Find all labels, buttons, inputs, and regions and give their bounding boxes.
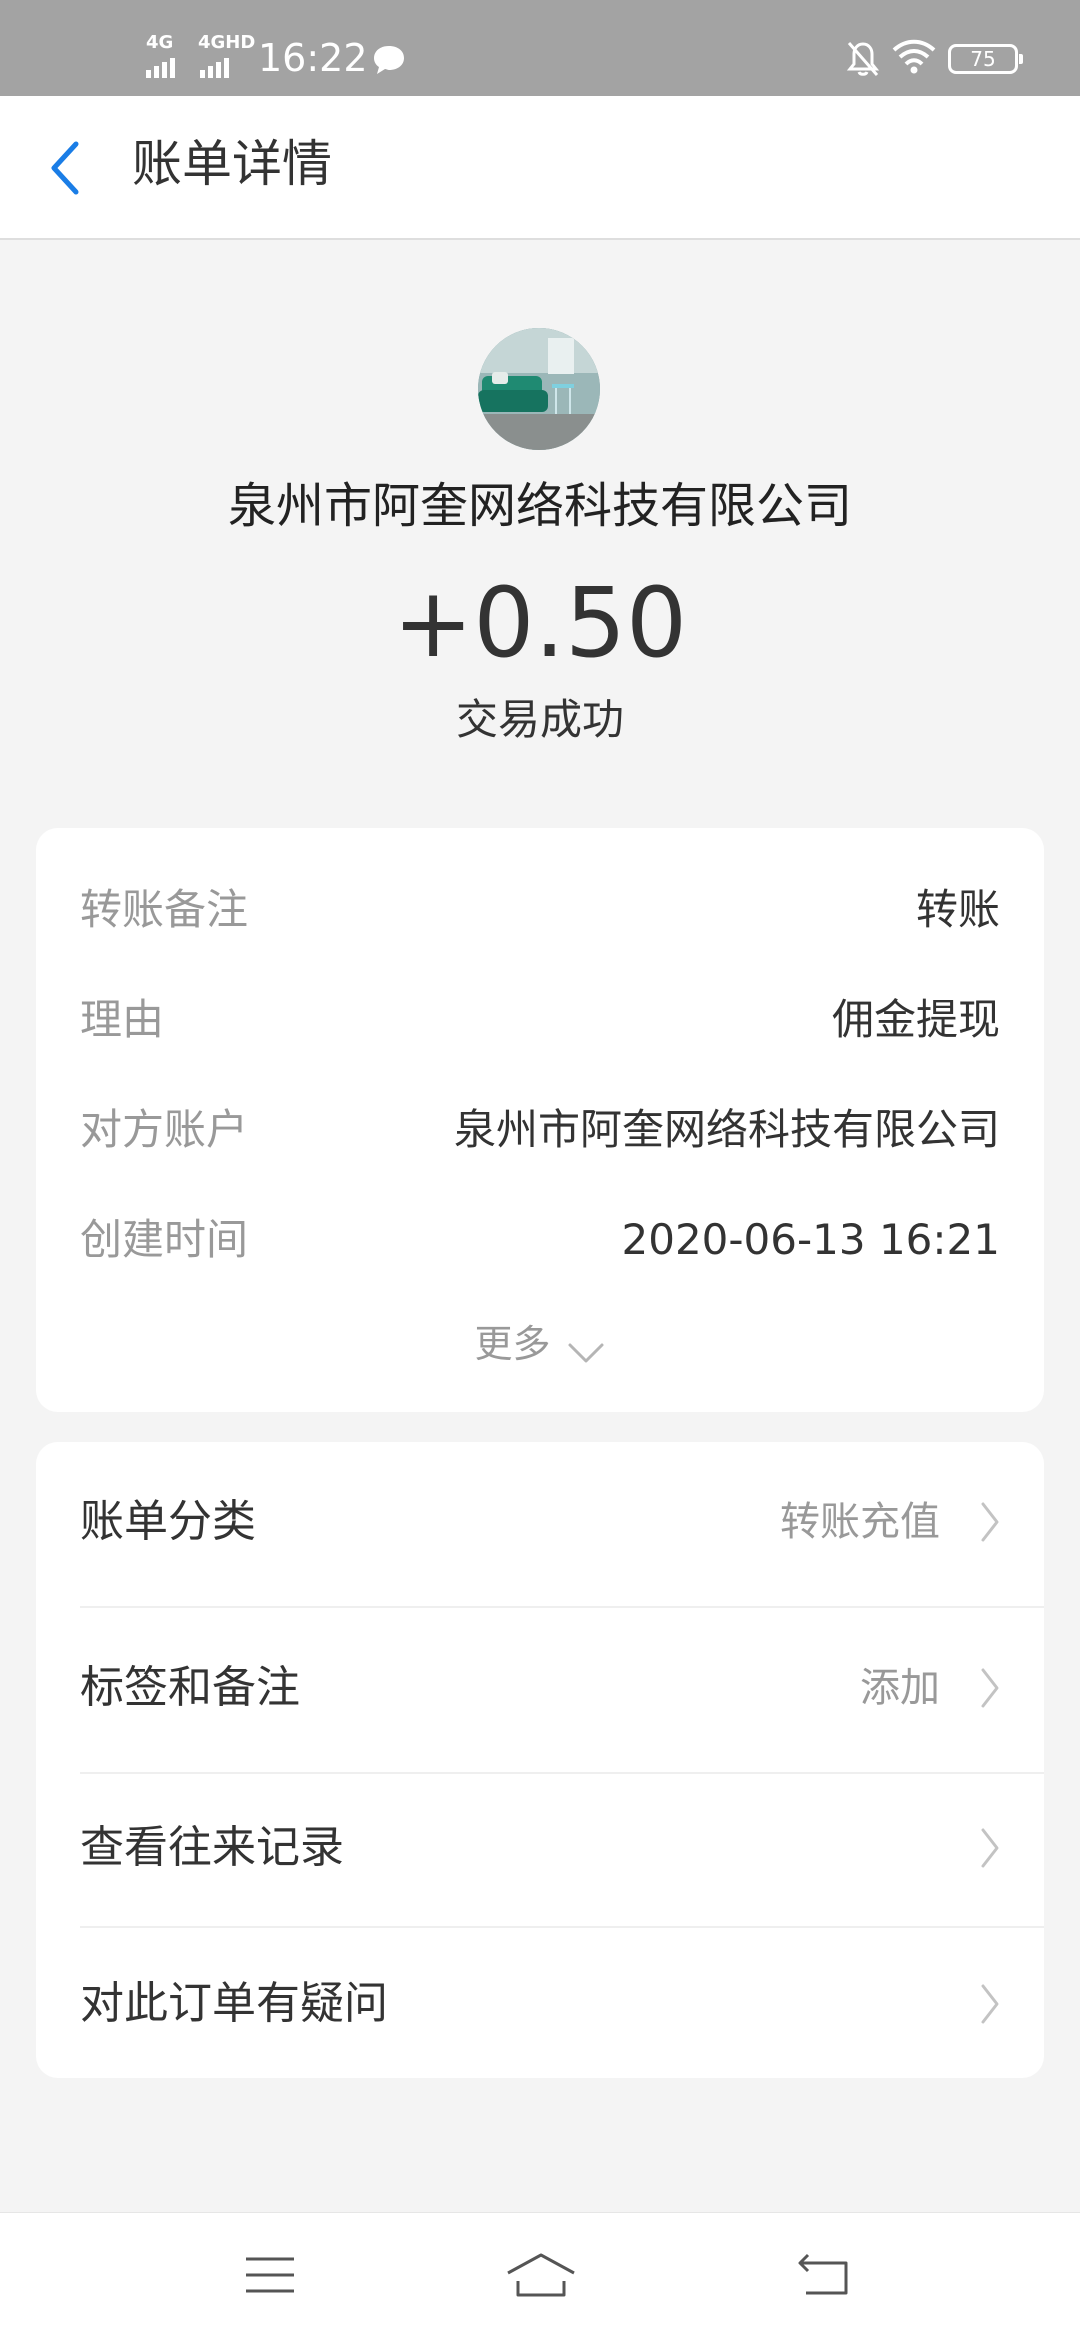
chevron-right-icon [981, 1668, 999, 1708]
menu-item-value: 转账充值 [780, 1499, 940, 1545]
menu-item-label: 查看往来记录 [80, 1822, 344, 1873]
menu-item-order-question[interactable]: 对此订单有疑问 [36, 1924, 1044, 2084]
menu-item-label: 对此订单有疑问 [80, 1978, 388, 2029]
transaction-status: 交易成功 [455, 695, 624, 744]
bell-off-icon [846, 42, 880, 76]
signal-bars-2-icon [200, 58, 232, 78]
detail-row-remark: 转账备注 转账 [80, 880, 1000, 940]
signal-bars-1-icon [146, 58, 178, 78]
home-icon[interactable] [506, 2251, 576, 2299]
page-title: 账单详情 [132, 135, 332, 193]
status-time: 16:22 [258, 36, 368, 80]
sofa-image-icon [478, 328, 600, 450]
system-navigation-bar [0, 2212, 1080, 2341]
merchant-name: 泉州市阿奎网络科技有限公司 [227, 478, 852, 534]
chevron-down-icon [568, 1343, 604, 1362]
detail-row-counterparty: 对方账户 泉州市阿奎网络科技有限公司 [80, 1100, 1000, 1160]
merchant-avatar [478, 328, 600, 450]
detail-row-reason: 理由 佣金提现 [80, 990, 1000, 1050]
more-button[interactable]: 更多 [36, 1314, 1044, 1374]
back-arrow-icon[interactable] [46, 138, 86, 198]
message-icon [374, 46, 404, 74]
signal-label-2: 4GHD [198, 32, 256, 53]
wifi-icon [892, 39, 936, 74]
menu-icon[interactable] [244, 2255, 296, 2295]
header: 账单详情 [0, 96, 1080, 240]
detail-value: 2020-06-13 16:21 [621, 1215, 1000, 1264]
menu-item-value: 添加 [860, 1665, 940, 1711]
chevron-right-icon [981, 1502, 999, 1542]
signal-label-1: 4G [146, 32, 174, 53]
more-label: 更多 [474, 1322, 551, 1366]
menu-item-bill-category[interactable]: 账单分类 转账充值 [36, 1442, 1044, 1602]
battery-icon: 75 [948, 44, 1023, 74]
menu-item-transaction-history[interactable]: 查看往来记录 [36, 1768, 1044, 1928]
transaction-amount: +0.50 [392, 567, 688, 679]
menu-item-tags-notes[interactable]: 标签和备注 添加 [36, 1608, 1044, 1768]
detail-value: 佣金提现 [831, 995, 1000, 1044]
menu-item-label: 账单分类 [80, 1496, 256, 1547]
chevron-right-icon [981, 1828, 999, 1868]
detail-label: 创建时间 [80, 1215, 249, 1264]
detail-label: 理由 [80, 995, 165, 1044]
detail-value: 转账 [915, 885, 1000, 934]
status-bar: 4G 4GHD 16:22 75 [0, 0, 1080, 96]
detail-value: 泉州市阿奎网络科技有限公司 [453, 1105, 1000, 1154]
menu-item-label: 标签和备注 [80, 1662, 300, 1713]
detail-label: 对方账户 [80, 1105, 249, 1154]
details-card: 转账备注 转账 理由 佣金提现 对方账户 泉州市阿奎网络科技有限公司 创建时间 … [36, 828, 1044, 1412]
actions-card: 账单分类 转账充值 标签和备注 添加 查看往来记录 对此订单有疑问 [36, 1442, 1044, 2078]
back-nav-icon[interactable] [796, 2253, 852, 2297]
detail-row-created-time: 创建时间 2020-06-13 16:21 [80, 1210, 1000, 1270]
chevron-right-icon [981, 1984, 999, 2024]
detail-label: 转账备注 [80, 885, 249, 934]
